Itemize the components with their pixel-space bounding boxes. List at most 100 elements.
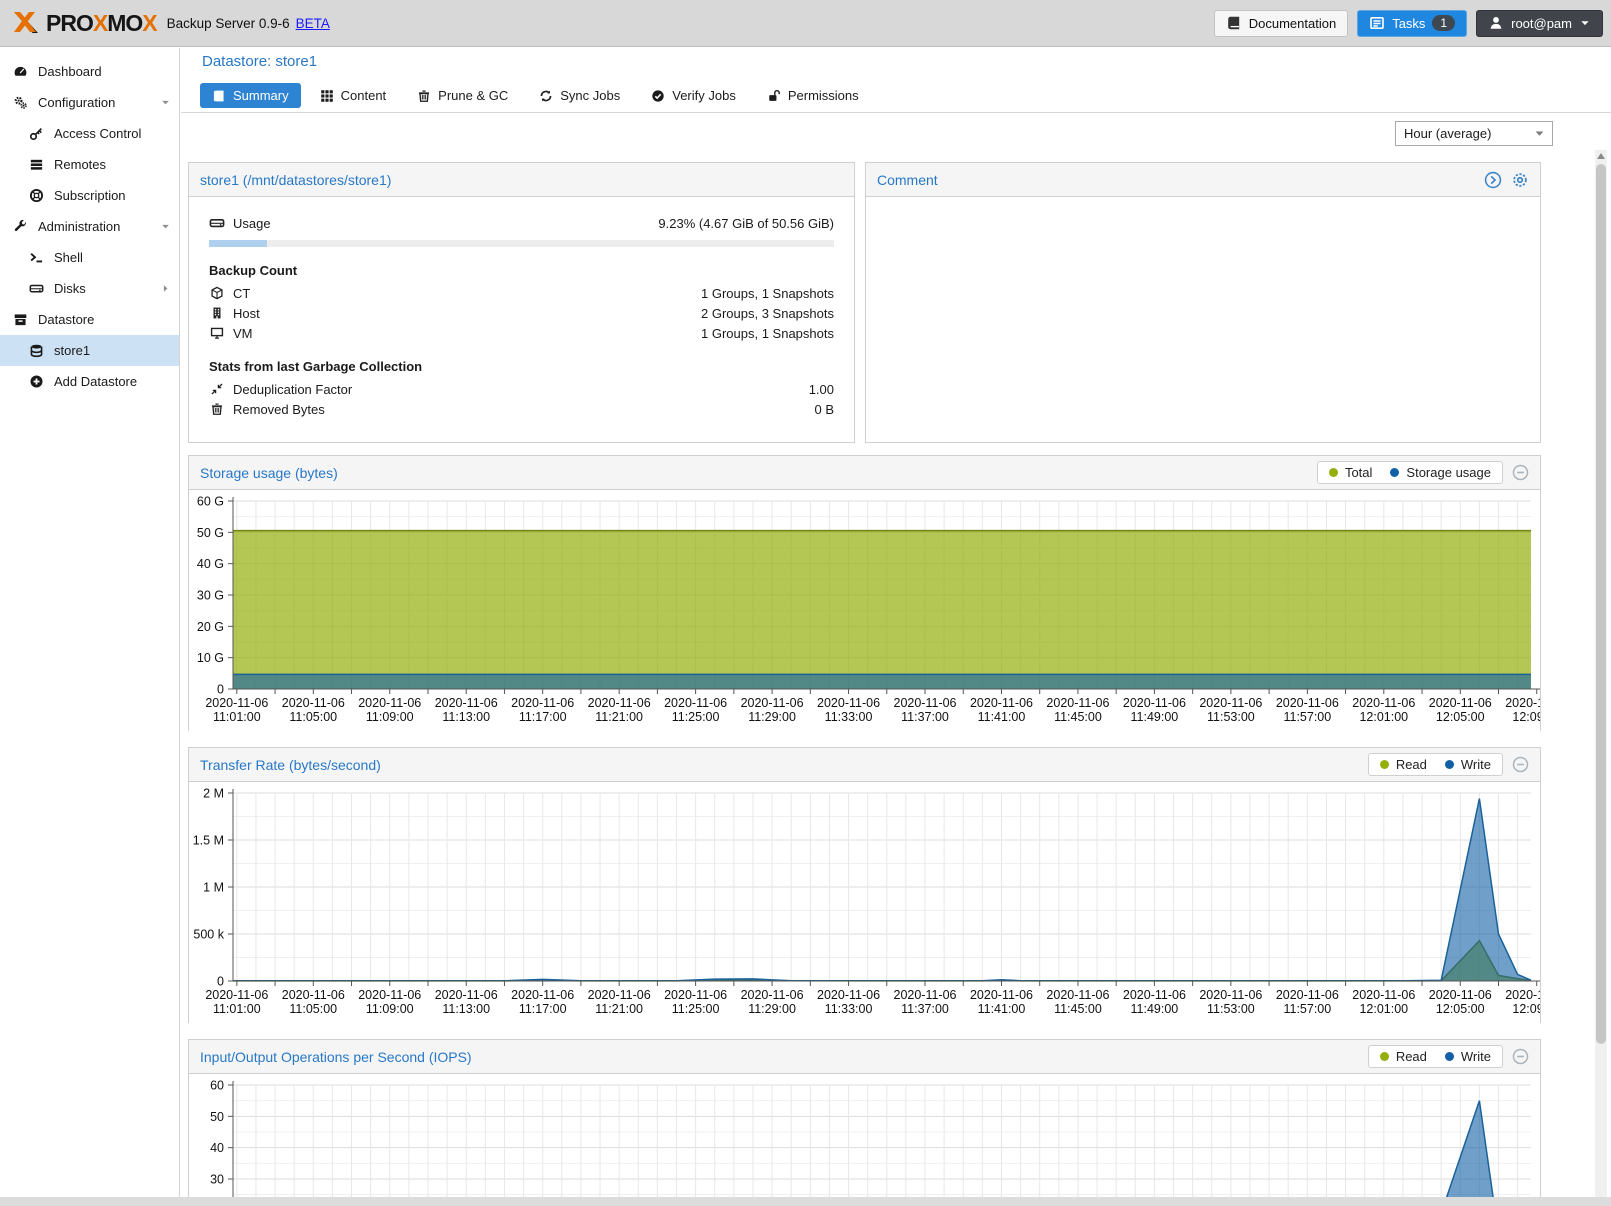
- svg-text:2020-11-06: 2020-11-06: [970, 696, 1033, 710]
- sidebar-item-access-control[interactable]: Access Control: [0, 118, 179, 149]
- backup-count-row-ct: CT 1 Groups, 1 Snapshots: [209, 283, 834, 303]
- check-circle-icon: [651, 89, 665, 103]
- svg-text:11:01:00: 11:01:00: [213, 1002, 261, 1016]
- vertical-scrollbar[interactable]: [1595, 150, 1607, 1206]
- desktop-icon: [209, 326, 225, 340]
- legend-item-read[interactable]: Read: [1380, 757, 1427, 772]
- svg-text:2020-11-06: 2020-11-06: [588, 988, 651, 1002]
- lifering-icon: [28, 188, 45, 203]
- svg-text:2020-11-06: 2020-11-06: [664, 696, 727, 710]
- svg-text:10 G: 10 G: [197, 651, 224, 665]
- sidebar-item-administration[interactable]: Administration: [0, 211, 179, 242]
- svg-text:11:21:00: 11:21:00: [595, 1002, 643, 1016]
- backup-count-row-host: Host2 Groups, 3 Snapshots: [209, 303, 834, 323]
- svg-text:2020-11-06: 2020-11-06: [282, 988, 345, 1002]
- tab-sync-jobs[interactable]: Sync Jobs: [527, 83, 632, 108]
- row-value: 1 Groups, 1 Snapshots: [701, 286, 834, 301]
- sidebar-item-configuration[interactable]: Configuration: [0, 87, 179, 118]
- gear-icon[interactable]: [1511, 171, 1529, 189]
- tab-prune-gc[interactable]: Prune & GC: [405, 83, 520, 108]
- svg-text:11:57:00: 11:57:00: [1283, 1002, 1331, 1016]
- tab-label: Prune & GC: [438, 88, 508, 103]
- svg-text:2020-11-06: 2020-11-06: [282, 696, 345, 710]
- tasks-button[interactable]: Tasks 1: [1357, 10, 1467, 37]
- tab-verify-jobs[interactable]: Verify Jobs: [639, 83, 748, 108]
- row-label: CT: [233, 286, 250, 301]
- svg-text:2020-11-06: 2020-11-06: [1199, 696, 1262, 710]
- chevron-right-circle-icon[interactable]: [1484, 171, 1502, 189]
- sidebar-item-shell[interactable]: Shell: [0, 242, 179, 273]
- svg-text:2020-11-06: 2020-11-06: [1046, 988, 1109, 1002]
- usage-progressbar: [209, 240, 834, 247]
- legend-label: Read: [1396, 757, 1427, 772]
- horizontal-scrollbar[interactable]: [0, 1197, 1611, 1206]
- legend-label: Total: [1345, 465, 1372, 480]
- gc-stats-row-deduplication-factor: Deduplication Factor1.00: [209, 379, 834, 399]
- svg-text:2020-11-06: 2020-11-06: [1046, 696, 1109, 710]
- sidebar-item-subscription[interactable]: Subscription: [0, 180, 179, 211]
- iops-chart: 01020304050602020-11-0611:01:002020-11-0…: [189, 1074, 1540, 1206]
- sidebar-item-dashboard[interactable]: Dashboard: [0, 56, 179, 87]
- sidebar-item-label: store1: [54, 343, 90, 358]
- legend-item-write[interactable]: Write: [1445, 1049, 1491, 1064]
- terminal-icon: [28, 250, 45, 265]
- svg-text:0: 0: [217, 683, 224, 697]
- svg-text:60 G: 60 G: [197, 495, 224, 509]
- sidebar-item-label: Dashboard: [38, 64, 102, 79]
- sidebar-item-datastore[interactable]: Datastore: [0, 304, 179, 335]
- tab-permissions[interactable]: Permissions: [755, 83, 871, 108]
- legend-item-total[interactable]: Total: [1329, 465, 1372, 480]
- row-label: Removed Bytes: [233, 402, 325, 417]
- caret-down-icon[interactable]: [160, 97, 171, 108]
- sidebar-item-store1[interactable]: store1: [0, 335, 179, 366]
- collapse-minus-circle-icon[interactable]: [1512, 464, 1529, 481]
- svg-text:11:33:00: 11:33:00: [825, 1002, 873, 1016]
- scroll-pane: store1 (/mnt/datastores/store1) Usage 9.…: [181, 150, 1611, 1206]
- documentation-button[interactable]: Documentation: [1214, 10, 1348, 37]
- panel-title: Transfer Rate (bytes/second): [200, 757, 381, 773]
- row-value: 1 Groups, 1 Snapshots: [701, 326, 834, 341]
- tab-label: Summary: [233, 88, 289, 103]
- legend-item-storage-usage[interactable]: Storage usage: [1390, 465, 1491, 480]
- svg-text:2020-11-06: 2020-11-06: [1352, 696, 1415, 710]
- transfer-rate-chart: 0500 k1 M1.5 M2 M2020-11-0611:01:002020-…: [189, 782, 1540, 1023]
- collapse-minus-circle-icon[interactable]: [1512, 756, 1529, 773]
- sidebar-item-disks[interactable]: Disks: [0, 273, 179, 304]
- scroll-up-arrow-icon[interactable]: [1597, 153, 1605, 159]
- panel-title: store1 (/mnt/datastores/store1): [200, 172, 391, 188]
- svg-text:11:57:00: 11:57:00: [1283, 710, 1331, 724]
- sidebar-item-add-datastore[interactable]: Add Datastore: [0, 366, 179, 397]
- vertical-scrollbar-thumb[interactable]: [1596, 164, 1606, 1044]
- comment-body[interactable]: [866, 197, 1540, 442]
- hdd-icon: [28, 281, 45, 296]
- backup-count-heading: Backup Count: [209, 263, 834, 278]
- row-value: 0 B: [814, 402, 834, 417]
- chevron-down-icon: [1533, 127, 1546, 140]
- svg-text:30 G: 30 G: [197, 589, 224, 603]
- sync-icon: [539, 89, 553, 103]
- user-menu-button[interactable]: root@pam: [1476, 10, 1603, 37]
- legend-dot: [1380, 760, 1389, 769]
- sidebar-item-remotes[interactable]: Remotes: [0, 149, 179, 180]
- svg-text:2020-11-06: 2020-11-06: [1429, 696, 1492, 710]
- svg-text:2020-11-06: 2020-11-06: [970, 988, 1033, 1002]
- legend-item-read[interactable]: Read: [1380, 1049, 1427, 1064]
- hdd-icon: [209, 215, 225, 231]
- collapse-minus-circle-icon[interactable]: [1512, 1048, 1529, 1065]
- unlock-icon: [767, 89, 781, 103]
- legend-label: Read: [1396, 1049, 1427, 1064]
- legend-item-write[interactable]: Write: [1445, 757, 1491, 772]
- caret-down-icon[interactable]: [160, 221, 171, 232]
- storage-usage-panel: Storage usage (bytes) TotalStorage usage…: [188, 455, 1541, 731]
- page-title: Datastore: store1: [202, 53, 317, 70]
- usage-row: Usage 9.23% (4.67 GiB of 50.56 GiB): [209, 213, 834, 233]
- sidebar-item-label: Datastore: [38, 312, 94, 327]
- tab-content[interactable]: Content: [308, 83, 399, 108]
- svg-text:20 G: 20 G: [197, 620, 224, 634]
- caret-right-icon[interactable]: [160, 283, 171, 294]
- svg-text:50: 50: [210, 1110, 224, 1124]
- tab-summary[interactable]: Summary: [200, 83, 301, 108]
- beta-link[interactable]: BETA: [296, 16, 330, 31]
- svg-text:2020-11-06: 2020-11-06: [1276, 696, 1339, 710]
- time-range-select[interactable]: Hour (average): [1395, 121, 1553, 146]
